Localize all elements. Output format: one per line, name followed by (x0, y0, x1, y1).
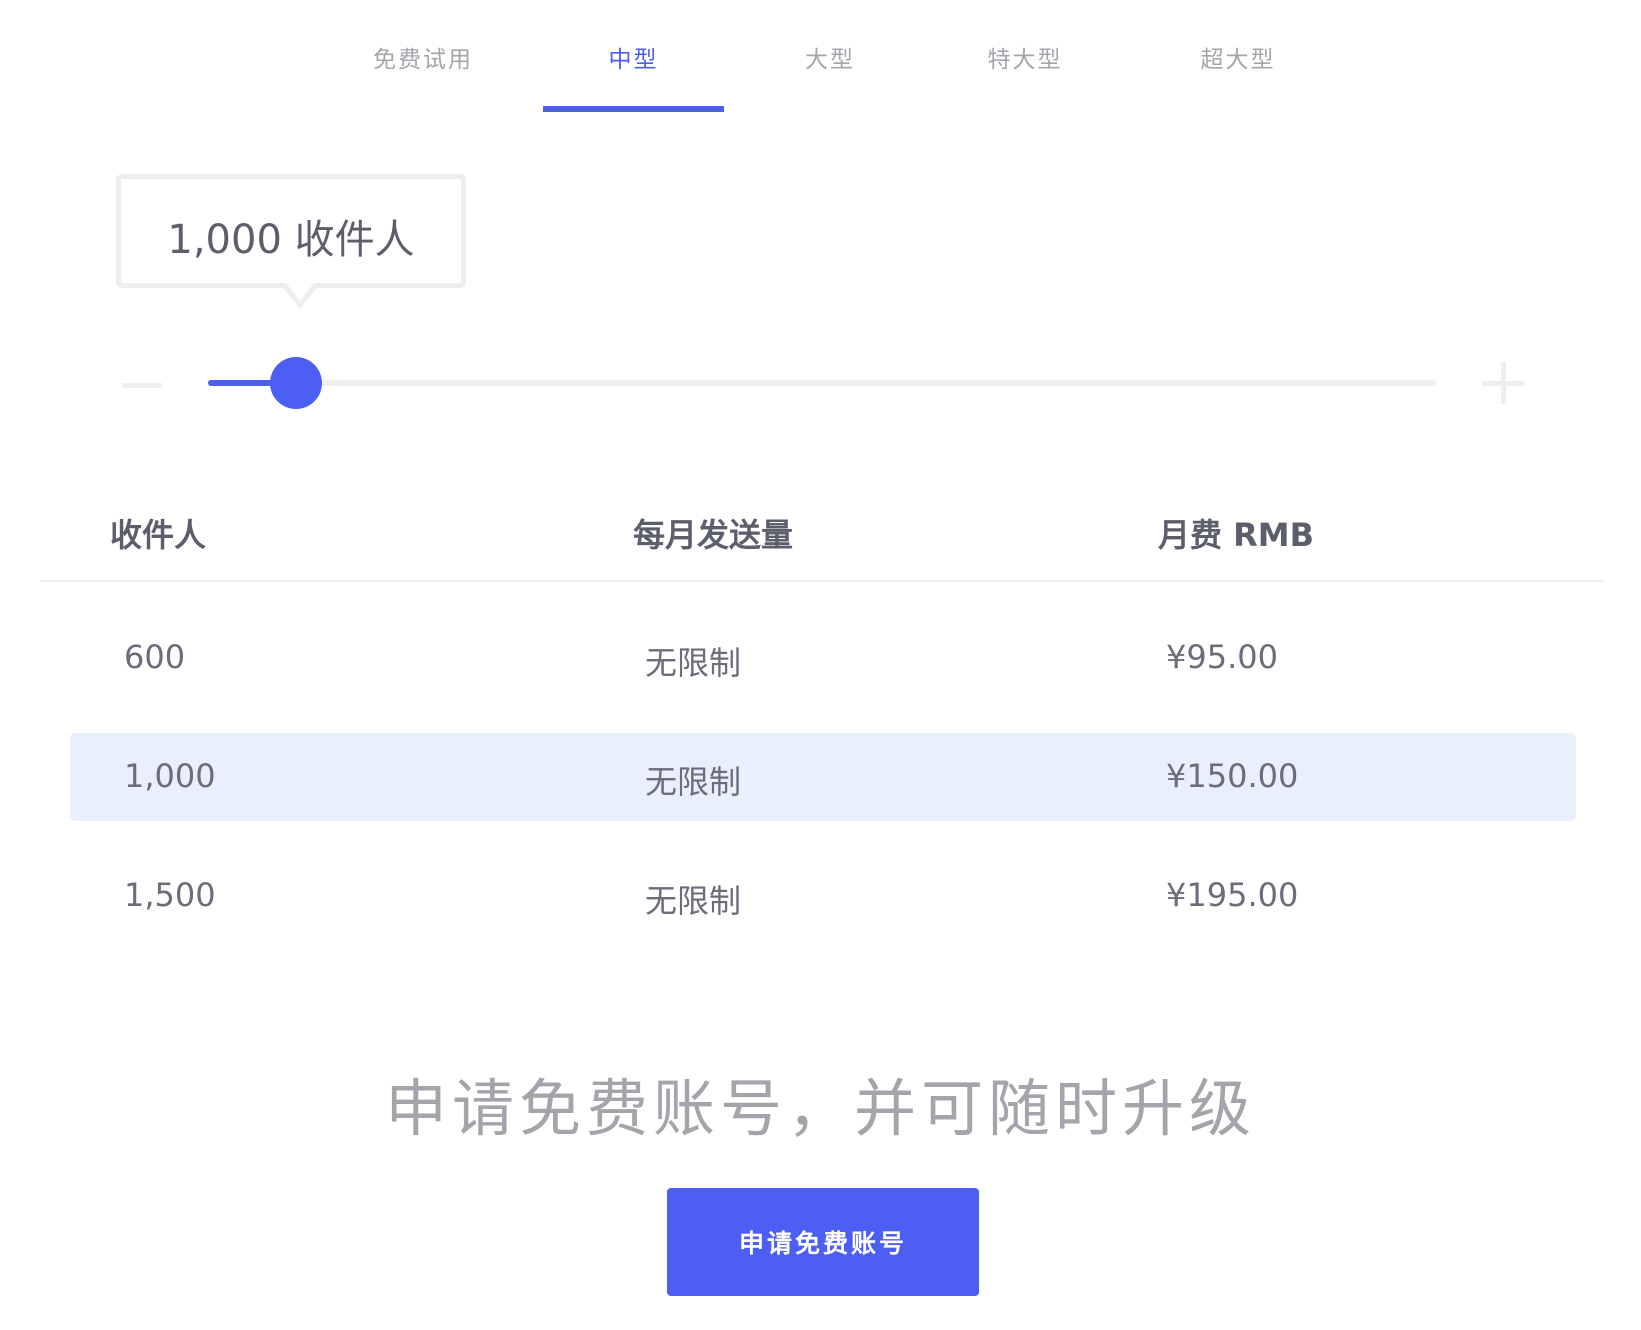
cell-price: ¥95.00 (1166, 638, 1278, 676)
slider-value-tooltip: 1,000 收件人 (116, 174, 466, 288)
slider-handle[interactable] (270, 357, 322, 409)
table-row[interactable]: 600 无限制 ¥95.00 (70, 614, 1576, 702)
cell-recipients: 600 (124, 638, 186, 676)
recipients-slider[interactable] (208, 357, 1436, 409)
pricing-table-header: 收件人 每月发送量 月费 RMB (0, 500, 1641, 580)
plus-icon[interactable] (1482, 362, 1524, 404)
cell-price: ¥195.00 (1166, 876, 1299, 914)
tab-label: 中型 (608, 47, 659, 73)
tab-extra-large[interactable]: 特大型 (970, 0, 1080, 112)
tab-label: 免费试用 (373, 47, 473, 73)
tab-label: 特大型 (987, 47, 1063, 73)
header-recipients: 收件人 (110, 516, 207, 554)
tooltip-recipients-text: 1,000 收件人 (167, 217, 415, 263)
tooltip-pointer-inner (286, 283, 314, 301)
tab-medium[interactable]: 中型 (543, 0, 724, 112)
cell-price: ¥150.00 (1166, 757, 1299, 795)
cell-monthly: 无限制 (645, 763, 742, 801)
plan-tabs: 免费试用 中型 大型 特大型 超大型 (0, 0, 1641, 112)
cell-recipients: 1,500 (124, 876, 216, 914)
tab-label: 大型 (805, 47, 855, 73)
header-divider (40, 580, 1604, 582)
tab-free-trial[interactable]: 免费试用 (358, 0, 488, 112)
header-monthly-volume: 每月发送量 (633, 516, 794, 554)
tab-super-large[interactable]: 超大型 (1183, 0, 1293, 112)
tab-label: 超大型 (1200, 47, 1276, 73)
header-monthly-fee: 月费 RMB (1158, 516, 1315, 554)
minus-icon[interactable] (122, 383, 162, 388)
tab-large[interactable]: 大型 (780, 0, 880, 112)
table-row[interactable]: 1,000 无限制 ¥150.00 (70, 733, 1576, 821)
cell-monthly: 无限制 (645, 882, 742, 920)
cell-monthly: 无限制 (645, 644, 742, 682)
apply-free-account-button[interactable]: 申请免费账号 (667, 1188, 979, 1296)
cta-heading: 申请免费账号，并可随时升级 (384, 1072, 1256, 1145)
tab-underline (543, 106, 724, 112)
cell-recipients: 1,000 (124, 757, 216, 795)
table-row[interactable]: 1,500 无限制 ¥195.00 (70, 852, 1576, 940)
